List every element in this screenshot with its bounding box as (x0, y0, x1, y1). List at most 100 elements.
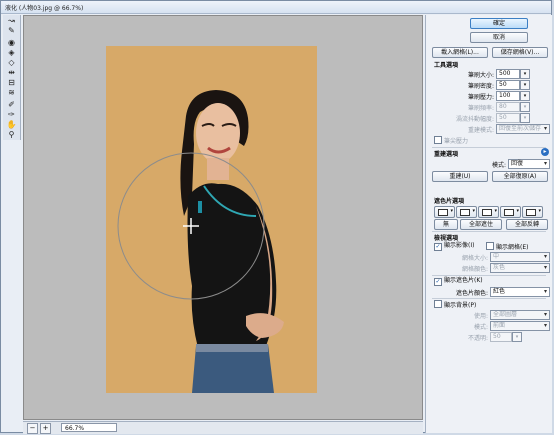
turbulent-jitter-dropdown-icon[interactable]: ▾ (520, 113, 530, 123)
show-backdrop-checkbox[interactable]: 顯示背景(P) (434, 300, 476, 310)
intersect-selection-button[interactable]: ▾ (500, 206, 521, 218)
mesh-size-select[interactable]: 中 (490, 252, 550, 262)
brush-density-label: 筆刷密度: (467, 83, 494, 90)
restore-all-button[interactable]: 全部復原(A) (492, 171, 548, 182)
backdrop-mode-select[interactable]: 前面 (490, 321, 550, 331)
mask-none-button[interactable]: 無 (434, 219, 458, 230)
add-to-selection-icon (460, 209, 470, 216)
brush-rate-dropdown-icon[interactable]: ▾ (520, 102, 530, 112)
dropdown-arrow-icon: ▾ (450, 208, 453, 214)
brush-size-input[interactable]: 500 (496, 69, 520, 79)
divider (432, 231, 546, 232)
checkbox-box (434, 136, 442, 144)
divider (432, 298, 546, 299)
liquify-dialog: 液化 (人物03.jpg @ 66.7%) ↝ ✎ ◉ ◈ ◇ ⇹ ⊟ ≋ ✐ … (0, 0, 552, 434)
tool-strip: ↝ ✎ ◉ ◈ ◇ ⇹ ⊟ ≋ ✐ ✑ ✋ ⚲ (3, 15, 21, 140)
checkbox-box: ✓ (434, 278, 442, 286)
dropdown-arrow-icon: ▾ (516, 208, 519, 214)
brush-density-input[interactable]: 50 (496, 80, 520, 90)
backdrop-opacity-label: 不透明: (467, 335, 488, 342)
reconstruct-mode-select[interactable]: 回復 (508, 159, 550, 169)
reconstruct-button[interactable]: 重建(U) (432, 171, 488, 182)
mesh-size-label: 網格大小: (461, 255, 488, 262)
mesh-color-select[interactable]: 灰色 (490, 263, 550, 273)
cancel-button[interactable]: 取消 (470, 32, 528, 43)
stylus-pressure-checkbox[interactable]: 筆尖壓力 (434, 136, 468, 146)
reconstruct-tool-icon[interactable]: ✎ (6, 26, 17, 35)
dropdown-arrow-icon: ▾ (538, 208, 541, 214)
tool-options-heading: 工具選項 (434, 62, 459, 69)
show-image-checkbox[interactable]: ✓ 顯示影像(I) (434, 242, 474, 251)
ok-button[interactable]: 確定 (470, 18, 528, 29)
turbulent-jitter-label: 渦流抖動幅度: (455, 116, 494, 123)
show-image-label: 顯示影像(I) (444, 242, 475, 249)
zoom-bar: − + 66.7% (23, 421, 423, 434)
add-to-selection-button[interactable]: ▾ (456, 206, 477, 218)
brush-pressure-dropdown-icon[interactable]: ▾ (520, 91, 530, 101)
zoom-tool-icon[interactable]: ⚲ (6, 130, 17, 139)
show-mesh-label: 顯示網格(E) (496, 244, 529, 251)
recon-mode-label: 重建模式: (467, 127, 494, 134)
checkbox-box: ✓ (434, 243, 442, 251)
mask-color-select[interactable]: 紅色 (490, 287, 550, 297)
recon-mode-select[interactable]: 回復至前次儲存 (496, 124, 550, 134)
title-bar: 液化 (人物03.jpg @ 66.7%) (1, 1, 551, 14)
backdrop-use-label: 使用: (473, 313, 488, 320)
forward-warp-tool-icon[interactable]: ↝ (6, 16, 17, 25)
checkbox-box (486, 242, 494, 250)
invert-selection-button[interactable]: ▾ (522, 206, 543, 218)
show-mask-label: 顯示遮色片(K) (444, 277, 483, 284)
window-title: 液化 (人物03.jpg @ 66.7%) (5, 5, 84, 12)
brush-pressure-label: 筆刷壓力: (467, 94, 494, 101)
zoom-out-button[interactable]: − (27, 423, 38, 434)
load-mesh-button[interactable]: 載入網格(L)... (432, 47, 488, 58)
brush-pressure-input[interactable]: 100 (496, 91, 520, 101)
subtract-from-selection-button[interactable]: ▾ (478, 206, 499, 218)
mesh-color-label: 網格顏色: (461, 266, 488, 273)
subtract-from-selection-icon (482, 209, 492, 216)
backdrop-use-select[interactable]: 全部圖層 (490, 310, 550, 320)
freeze-mask-tool-icon[interactable]: ✐ (6, 100, 17, 109)
mask-color-label: 遮色片顏色: (455, 290, 488, 297)
thaw-mask-tool-icon[interactable]: ✑ (6, 110, 17, 119)
pucker-tool-icon[interactable]: ◈ (6, 48, 17, 57)
mask-all-button[interactable]: 全部遮住 (460, 219, 502, 230)
zoom-in-button[interactable]: + (40, 423, 51, 434)
intersect-selection-icon (504, 209, 514, 216)
stylus-pressure-label: 筆尖壓力 (444, 138, 469, 145)
divider (432, 147, 546, 148)
info-icon[interactable]: ▸ (541, 148, 549, 156)
mirror-tool-icon[interactable]: ⊟ (6, 78, 17, 87)
show-mask-checkbox[interactable]: ✓ 顯示遮色片(K) (434, 277, 483, 286)
view-options-heading: 檢視選項 (434, 235, 459, 242)
brush-rate-input[interactable]: 80 (496, 102, 520, 112)
replace-selection-icon (438, 209, 448, 216)
invert-all-button[interactable]: 全部反轉 (506, 219, 548, 230)
hand-tool-icon[interactable]: ✋ (6, 120, 17, 129)
backdrop-opacity-input[interactable]: 50 (490, 332, 512, 342)
options-panel: 確定 取消 載入網格(L)... 儲存網格(V)... 工具選項 筆刷大小: 5… (425, 15, 552, 433)
brush-size-dropdown-icon[interactable]: ▾ (520, 69, 530, 79)
turbulent-jitter-input[interactable]: 50 (496, 113, 520, 123)
brush-rate-label: 筆刷頻率: (467, 105, 494, 112)
brush-density-dropdown-icon[interactable]: ▾ (520, 80, 530, 90)
show-mesh-checkbox[interactable]: 顯示網格(E) (486, 242, 528, 252)
backdrop-mode-label: 模式: (473, 324, 488, 331)
dropdown-arrow-icon: ▾ (472, 208, 475, 214)
bloat-tool-icon[interactable]: ◇ (6, 58, 17, 67)
dropdown-arrow-icon: ▾ (494, 208, 497, 214)
show-backdrop-label: 顯示背景(P) (444, 302, 477, 309)
reconstruct-mode-label: 模式: (491, 162, 506, 169)
save-mesh-button[interactable]: 儲存網格(V)... (492, 47, 548, 58)
zoom-level-select[interactable]: 66.7% (61, 423, 117, 432)
push-left-tool-icon[interactable]: ⇹ (6, 68, 17, 77)
backdrop-opacity-dropdown-icon[interactable]: ▾ (512, 332, 522, 342)
brush-cursor (117, 152, 265, 300)
mask-options-heading: 遮色片選項 (434, 198, 465, 205)
invert-selection-icon (526, 209, 536, 216)
replace-selection-button[interactable]: ▾ (434, 206, 455, 218)
brush-size-label: 筆刷大小: (467, 72, 494, 79)
twirl-tool-icon[interactable]: ◉ (6, 38, 17, 47)
divider (432, 275, 546, 276)
turbulence-tool-icon[interactable]: ≋ (6, 88, 17, 97)
